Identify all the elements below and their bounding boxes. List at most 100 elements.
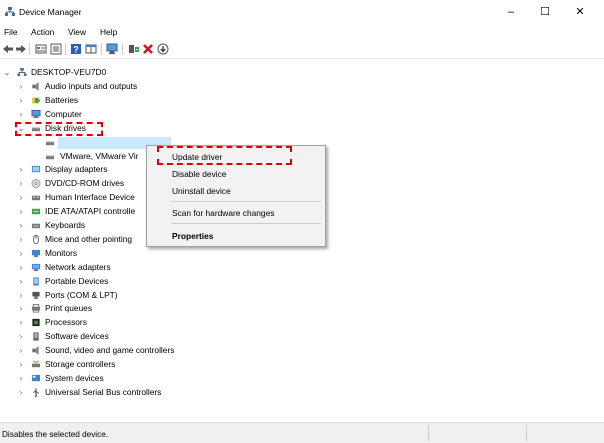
chevron-right-icon[interactable]: › (17, 330, 25, 343)
tree-item-label: Batteries (45, 94, 79, 105)
tree-item-label: Audio inputs and outputs (45, 81, 138, 91)
back-arrow-icon[interactable] (2, 43, 14, 55)
disk-drives-highlight (15, 122, 103, 136)
scan-hardware-menu-item[interactable]: Scan for hardware changes (172, 208, 274, 218)
tree-item-label: IDE ATA/ATAPI controlle (45, 206, 136, 217)
chevron-down-icon[interactable]: ⌄ (3, 66, 11, 79)
storage-icon (31, 360, 41, 368)
speaker-icon (32, 82, 39, 91)
scan-hardware-icon[interactable] (128, 43, 140, 55)
tree-item-label: Human Interface Device (45, 192, 135, 203)
menu-help[interactable]: Help (100, 27, 117, 37)
window-title: Device Manager (19, 7, 82, 17)
computer-tree-icon (17, 68, 27, 77)
toolbar-separator (101, 43, 102, 55)
help-icon[interactable]: ? (70, 43, 82, 55)
menu-bar: File Action View Help (0, 25, 604, 39)
maximize-button[interactable]: ☐ (530, 2, 560, 22)
tree-item-label: Software devices (45, 331, 109, 342)
close-button[interactable]: ✕ (565, 2, 595, 22)
portable-icon (33, 277, 39, 286)
chevron-right-icon[interactable]: › (17, 219, 25, 232)
chevron-right-icon[interactable]: › (17, 205, 25, 218)
hid-icon (31, 195, 41, 201)
tree-item-label: DVD/CD-ROM drives (45, 178, 125, 189)
tree-item-label: Processors (45, 317, 87, 328)
chevron-right-icon[interactable]: › (17, 358, 25, 371)
system-icon (31, 374, 41, 382)
mouse-icon (33, 234, 39, 244)
tree-item-label: Display adapters (45, 164, 108, 175)
menu-file[interactable]: File (4, 27, 18, 37)
chevron-right-icon[interactable]: › (17, 344, 25, 357)
uninstall-device-menu-item[interactable]: Uninstall device (172, 186, 231, 196)
tree-item-label: Keyboards (45, 220, 86, 230)
tree-item-label: Sound, video and game controllers (45, 345, 175, 356)
monitor-icon (31, 249, 41, 257)
sound-icon (32, 346, 39, 356)
tree-item-label: Ports (COM & LPT) (45, 289, 118, 300)
status-bar: Disables the selected device. (0, 422, 604, 443)
toolbar-separator (65, 43, 66, 55)
network-icon (31, 263, 41, 271)
status-text: Disables the selected device. (2, 430, 109, 439)
chevron-right-icon[interactable]: › (17, 191, 25, 204)
usb-icon (33, 388, 39, 397)
tree-item-label: System devices (45, 372, 104, 383)
chevron-right-icon[interactable]: › (17, 302, 25, 315)
chevron-right-icon[interactable]: › (17, 177, 25, 190)
tree-item-label: Storage controllers (45, 359, 116, 369)
printer-icon (31, 304, 41, 313)
chevron-right-icon[interactable]: › (17, 386, 25, 399)
tree-item-label: Mice and other pointing (45, 233, 133, 244)
properties-icon[interactable] (35, 43, 47, 55)
chevron-right-icon[interactable]: › (17, 289, 25, 302)
update-icon[interactable] (157, 43, 169, 55)
menu-separator (171, 223, 321, 224)
tree-item-label: Computer (45, 108, 82, 119)
chevron-right-icon[interactable]: › (17, 233, 25, 246)
forward-arrow-icon[interactable] (15, 43, 27, 55)
disk-icon (45, 155, 55, 159)
properties-menu-item[interactable]: Properties (172, 231, 213, 241)
computer-icon (31, 109, 41, 118)
menu-view[interactable]: View (68, 27, 86, 37)
show-hidden-icon[interactable] (50, 43, 62, 55)
battery-icon (32, 97, 41, 104)
tree-item-label: VMware, VMware Vir (60, 150, 139, 161)
processor-icon (32, 319, 40, 327)
disable-device-menu-item[interactable]: Disable device (172, 169, 226, 179)
chevron-right-icon[interactable]: › (17, 275, 25, 288)
update-driver-highlight (157, 146, 292, 165)
toolbar-separator (122, 43, 123, 55)
menu-action[interactable]: Action (31, 27, 54, 37)
device-manager-icon (5, 7, 15, 16)
disk-icon (45, 141, 55, 145)
chevron-right-icon[interactable]: › (17, 94, 25, 107)
title-bar: Device Manager – ☐ ✕ (0, 0, 604, 24)
monitor-icon[interactable] (106, 43, 118, 55)
chevron-right-icon[interactable]: › (17, 316, 25, 329)
uninstall-icon[interactable] (142, 43, 154, 55)
chevron-right-icon[interactable]: › (17, 80, 25, 93)
minimize-button[interactable]: – (496, 2, 526, 22)
ide-icon (31, 208, 41, 215)
tree-item-label: Portable Devices (45, 275, 109, 286)
tree-item-label: Network adapters (45, 261, 111, 272)
toolbar-separator (29, 43, 30, 55)
menu-separator (171, 201, 321, 202)
port-icon (32, 291, 40, 299)
toolbar: ? (0, 40, 604, 59)
tree-item-label: Universal Serial Bus controllers (45, 386, 162, 397)
dvd-icon (31, 179, 41, 189)
chevron-right-icon[interactable]: › (17, 261, 25, 274)
keyboard-icon (31, 223, 41, 229)
chevron-right-icon[interactable]: › (17, 372, 25, 385)
view-devices-icon[interactable] (85, 43, 97, 55)
chevron-right-icon[interactable]: › (17, 163, 25, 176)
chevron-right-icon[interactable]: › (17, 247, 25, 260)
status-divider (428, 425, 429, 441)
chevron-right-icon[interactable]: › (17, 108, 25, 121)
status-divider (526, 425, 527, 441)
tree-item-label: Monitors (45, 247, 78, 258)
